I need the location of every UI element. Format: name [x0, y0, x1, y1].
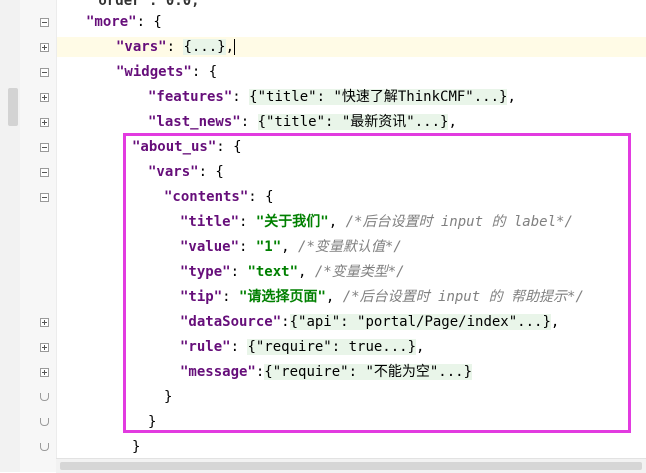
about-us-highlight-box [123, 133, 631, 433]
code-token: , [225, 39, 235, 55]
code-token: "more" [86, 14, 137, 30]
code-token: } [132, 439, 141, 455]
code-token: : { [191, 64, 218, 80]
vertical-scrollbar[interactable] [0, 0, 21, 472]
code-token: "order": 0.0, [90, 0, 200, 9]
fold-collapse-icon[interactable] [40, 193, 49, 202]
scrollbar-thumb[interactable] [8, 88, 18, 126]
fold-expand-icon[interactable] [40, 368, 49, 377]
code-token: "features" [148, 89, 233, 105]
folded-region[interactable]: {"title": "快速了解ThinkCMF"...} [249, 89, 508, 105]
fold-collapse-icon[interactable] [40, 68, 49, 77]
folded-region[interactable]: {"title": "最新资讯"...} [257, 114, 449, 130]
fold-collapse-icon[interactable] [40, 18, 49, 27]
line-widgets[interactable]: "widgets": { [116, 62, 217, 82]
code-token: "widgets" [116, 64, 192, 80]
fold-end-icon[interactable] [40, 393, 49, 402]
fold-end-icon[interactable] [40, 418, 49, 427]
code-token: : [240, 114, 258, 130]
fold-expand-icon[interactable] [40, 43, 49, 52]
code-token: : [166, 39, 184, 55]
code-token: , [448, 114, 457, 130]
fold-expand-icon[interactable] [40, 93, 49, 102]
code-token: : { [136, 14, 162, 30]
line-close-about[interactable]: } [132, 437, 140, 457]
text-caret [234, 39, 236, 55]
fold-collapse-icon[interactable] [40, 143, 49, 152]
folded-region[interactable]: {...} [183, 39, 226, 55]
line-order[interactable]: "order": 0.0, [90, 0, 200, 11]
fold-collapse-icon[interactable] [40, 168, 49, 177]
line-last-news[interactable]: "last_news": {"title": "最新资讯"...}, [148, 112, 457, 132]
code-token: "vars" [116, 39, 167, 55]
fold-expand-icon[interactable] [40, 318, 49, 327]
code-token: , [507, 89, 516, 105]
code-token: "last_news" [148, 114, 241, 130]
fold-expand-icon[interactable] [40, 343, 49, 352]
line-more[interactable]: "more": { [86, 12, 162, 32]
horizontal-scrollbar-thumb[interactable] [60, 462, 642, 470]
code-token: : [232, 89, 250, 105]
fold-end-icon[interactable] [40, 443, 49, 452]
line-vars[interactable]: "vars": {...}, [56, 37, 646, 57]
line-features[interactable]: "features": {"title": "快速了解ThinkCMF"...}… [148, 87, 516, 107]
fold-expand-icon[interactable] [40, 118, 49, 127]
editor-gutter [20, 0, 57, 472]
horizontal-scrollbar[interactable] [56, 458, 646, 473]
